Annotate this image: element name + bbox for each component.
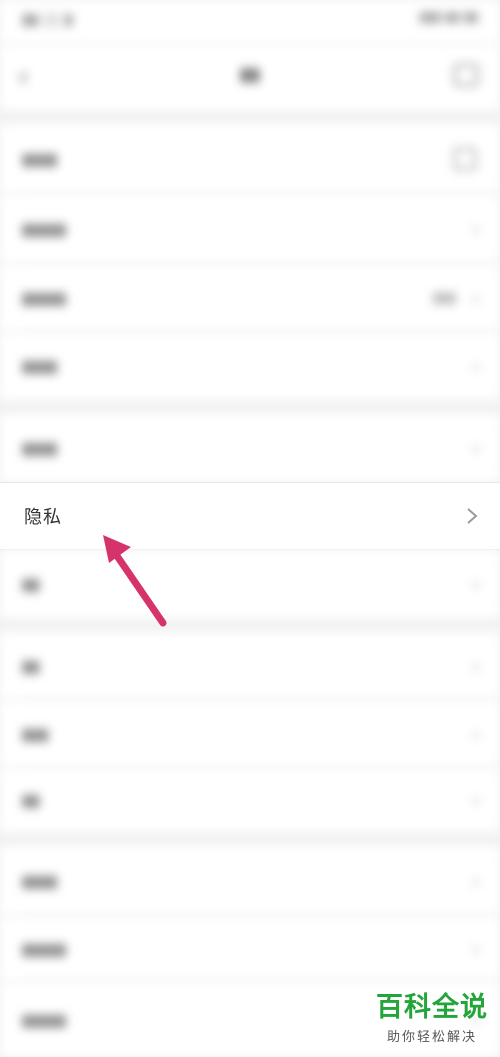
row-label: ▮▮▮▮▮: [22, 939, 67, 959]
pointer-arrow-icon: [103, 535, 167, 627]
divider: [0, 482, 500, 483]
row-label: ▮▮▮▮▮: [22, 288, 67, 308]
chevron-right-icon: ›: [472, 572, 480, 596]
settings-row[interactable]: ▮▮▮▮▮ ▮▮▮ ›: [0, 264, 500, 332]
row-label: ▮▮▮: [22, 724, 49, 744]
chevron-right-icon: ›: [472, 354, 480, 378]
settings-row[interactable]: ▮▮▮▮ ›: [0, 846, 500, 916]
row-label: ▮▮: [22, 790, 40, 810]
settings-row[interactable]: ▮▮ ›: [0, 632, 500, 700]
chevron-right-icon: ›: [472, 654, 480, 678]
settings-row[interactable]: ▮▮ ›: [0, 550, 500, 618]
navigation-bar: ‹ ▮▮: [0, 44, 500, 110]
chevron-right-icon: ›: [472, 286, 480, 310]
settings-row[interactable]: ▮▮▮▮▮ ›: [0, 916, 500, 982]
chevron-right-icon: [467, 508, 478, 524]
settings-row[interactable]: ▮▮▮▮ ›: [0, 332, 500, 400]
chevron-right-icon: ›: [472, 217, 480, 241]
watermark-subtitle: 助你轻松解决: [386, 1030, 477, 1045]
chevron-right-icon: ›: [472, 436, 480, 460]
settings-row[interactable]: ▮▮▮▮▮ ›: [0, 194, 500, 264]
row-label: ▮▮▮▮▮: [22, 1010, 67, 1029]
privacy-row[interactable]: 隐私: [0, 482, 500, 550]
status-left: ▮▮ ▯▯ ▮: [22, 10, 73, 28]
chevron-right-icon: ›: [472, 937, 480, 961]
row-label: ▮▮▮▮: [22, 356, 58, 376]
settings-row[interactable]: ▮▮ ›: [0, 768, 500, 832]
chevron-right-icon: ›: [472, 722, 480, 746]
menu-icon[interactable]: [454, 64, 478, 86]
row-label: ▮▮: [22, 574, 40, 594]
status-right: ▮▮▮ ▮▮ ▮▮: [419, 10, 478, 25]
qr-icon: [454, 148, 476, 170]
chevron-right-icon: ›: [472, 869, 480, 893]
watermark-title: 百科全说: [376, 992, 488, 1023]
settings-row[interactable]: ▮▮▮▮: [0, 124, 500, 194]
status-bar: ▮▮ ▯▯ ▮ ▮▮▮ ▮▮ ▮▮: [0, 0, 500, 44]
row-label: ▮▮▮▮▮: [22, 219, 67, 239]
page-title: ▮▮: [240, 64, 260, 85]
privacy-label: 隐私: [24, 507, 62, 528]
watermark: 百科全说 助你轻松解决: [376, 985, 488, 1045]
chevron-right-icon: ›: [472, 788, 480, 812]
row-label: ▮▮▮▮: [22, 871, 58, 891]
row-value: ▮▮▮: [432, 290, 456, 306]
row-label: ▮▮: [22, 656, 40, 676]
settings-row[interactable]: ▮▮▮▮ ›: [0, 414, 500, 482]
row-label: ▮▮▮▮: [22, 149, 58, 169]
settings-row[interactable]: ▮▮▮ ›: [0, 700, 500, 768]
row-label: ▮▮▮▮: [22, 438, 58, 458]
